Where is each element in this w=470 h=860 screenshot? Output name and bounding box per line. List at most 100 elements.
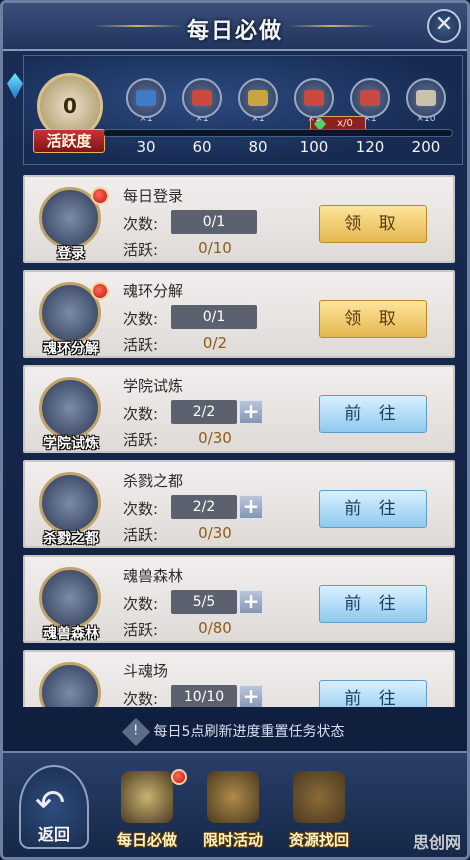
milestone-reward[interactable]: ×1 80 xyxy=(234,78,282,156)
refresh-hint-text: 每日5点刷新进度重置任务状态 xyxy=(153,724,345,740)
add-attempts-button[interactable]: + xyxy=(239,400,263,424)
count-label: 次数: xyxy=(123,690,159,707)
count-label: 次数: xyxy=(123,595,159,613)
task-row: 斗魂场次数:10/10活跃:前 往+ xyxy=(23,650,455,707)
milestone-reward[interactable]: ×1 100 xyxy=(290,78,338,156)
count-value: 5/5 xyxy=(171,590,237,614)
exclamation-icon: ! xyxy=(121,717,150,747)
watermark: 思创网 xyxy=(412,833,461,852)
beast-icon xyxy=(39,567,101,629)
refresh-hint: ! 每日5点刷新进度重置任务状态 xyxy=(3,717,467,747)
plus-icon: + xyxy=(242,684,260,707)
back-button[interactable]: ↶ 返回 xyxy=(19,765,89,849)
task-icon-label: 登录 xyxy=(57,246,85,262)
active-value: 0/30 xyxy=(198,429,232,447)
reward-chest-icon xyxy=(406,78,446,118)
notification-dot-icon xyxy=(91,187,109,205)
task-row: 魂兽森林 魂兽森林 次数: 5/5 活跃: 0/80 前 往 + xyxy=(23,555,455,643)
task-name: 每日登录 xyxy=(123,187,184,205)
reward-chest-icon xyxy=(350,78,390,118)
go-button[interactable]: 前 往 xyxy=(319,680,427,707)
nav-tab-label: 资源找回 xyxy=(288,831,349,849)
milestone-reward[interactable]: ×1 120 xyxy=(346,78,394,156)
active-value: 0/2 xyxy=(202,334,228,352)
close-icon: ✕ xyxy=(434,12,454,37)
active-label: 活跃: xyxy=(123,241,159,259)
plus-icon: + xyxy=(242,589,260,613)
go-button[interactable]: 前 往 xyxy=(319,585,427,623)
notification-dot-icon xyxy=(91,282,109,300)
milestone-value: 30 xyxy=(136,138,156,156)
quill-book-icon xyxy=(121,771,173,823)
daily-tasks-window: 每日必做 ✕ x/0 ×1 30 ×1 60 ×1 80 ×1 100 ×1 120 ×10 200 … xyxy=(0,0,470,860)
go-button[interactable]: 前 往 xyxy=(319,490,427,528)
task-icon-label: 学院试炼 xyxy=(43,436,99,452)
task-icon-label: 魂兽森林 xyxy=(43,626,99,642)
gem-ornament-icon xyxy=(7,73,23,99)
notification-dot-icon xyxy=(171,769,187,785)
nav-tab[interactable]: 资源找回 xyxy=(279,767,359,853)
task-icon-label: 魂环分解 xyxy=(43,341,99,357)
close-button[interactable]: ✕ xyxy=(427,9,461,43)
claim-button[interactable]: 领 取 xyxy=(319,205,427,243)
task-row: 学院试炼 学院试炼 次数: 2/2 活跃: 0/30 前 往 + xyxy=(23,365,455,453)
header-bar: 每日必做 ✕ xyxy=(3,3,467,51)
task-icon-label: 杀戮之都 xyxy=(43,531,99,547)
activity-progress-bar xyxy=(103,129,453,137)
active-label: 活跃: xyxy=(123,431,159,449)
task-row: 登录 每日登录次数: 0/1 活跃: 0/10 领 取 xyxy=(23,175,455,263)
nav-tab[interactable]: 每日必做 xyxy=(107,767,187,853)
count-value: 0/1 xyxy=(171,210,257,234)
milestone-value: 100 xyxy=(299,138,329,156)
task-list[interactable]: 登录 每日登录 次数: 0/1 活跃: 0/10 领 取魂环分解 魂环分解 次数: 0/1 活跃: 0… xyxy=(23,175,455,707)
reward-chest-icon xyxy=(238,78,278,118)
milestone-reward[interactable]: ×1 60 xyxy=(178,78,226,156)
page-title: 每日必做 xyxy=(186,19,283,44)
reward-chest-icon xyxy=(294,78,334,118)
clock-book-icon xyxy=(207,771,259,823)
treasure-chest-icon xyxy=(293,771,345,823)
bottom-nav: ↶ 返回 每日必做 限时活动 资源找回 xyxy=(3,751,467,857)
count-value: 2/2 xyxy=(171,400,237,424)
goblet-icon xyxy=(39,472,101,534)
claim-button[interactable]: 领 取 xyxy=(319,300,427,338)
active-label: 活跃: xyxy=(123,336,159,354)
nav-tab-label: 每日必做 xyxy=(116,831,177,849)
add-attempts-button[interactable]: + xyxy=(239,495,263,519)
milestone-reward[interactable]: ×1 30 xyxy=(122,78,170,156)
plus-icon: + xyxy=(242,494,260,518)
milestone-value: 60 xyxy=(192,138,212,156)
reward-chest-icon xyxy=(182,78,222,118)
back-arrow-icon: ↶ xyxy=(35,783,66,824)
active-value: 0/10 xyxy=(198,239,232,257)
count-label: 次数: xyxy=(123,500,159,518)
nav-tab[interactable]: 限时活动 xyxy=(193,767,273,853)
milestone-value: 80 xyxy=(248,138,268,156)
count-label: 次数: xyxy=(123,405,159,423)
count-label: 次数: xyxy=(123,215,159,233)
active-label: 活跃: xyxy=(123,526,159,544)
go-button[interactable]: 前 往 xyxy=(319,395,427,433)
activity-label: 活跃度 xyxy=(33,129,105,153)
active-label: 活跃: xyxy=(123,621,159,639)
active-value: 0/80 xyxy=(198,619,232,637)
count-label: 次数: xyxy=(123,310,159,328)
milestone-value: 200 xyxy=(411,138,441,156)
task-name: 魂兽森林 xyxy=(123,567,184,585)
arena-icon xyxy=(39,662,101,707)
reward-chest-icon xyxy=(126,78,166,118)
add-attempts-button[interactable]: + xyxy=(239,590,263,614)
count-value: 10/10 xyxy=(171,685,237,707)
task-row: 魂环分解 魂环分解 次数: 0/1 活跃: 0/2 领 取 xyxy=(23,270,455,358)
plus-icon: + xyxy=(242,399,260,423)
back-label: 返回 xyxy=(37,825,70,844)
task-name: 魂环分解 xyxy=(123,282,184,300)
task-name: 杀戮之都 xyxy=(123,472,184,490)
add-attempts-button[interactable]: + xyxy=(239,685,263,707)
academy-icon xyxy=(39,377,101,439)
count-value: 2/2 xyxy=(171,495,237,519)
count-value: 0/1 xyxy=(171,305,257,329)
milestone-reward[interactable]: ×10 200 xyxy=(402,78,450,156)
activity-score: 0 xyxy=(63,94,77,118)
task-name: 学院试炼 xyxy=(123,377,184,395)
